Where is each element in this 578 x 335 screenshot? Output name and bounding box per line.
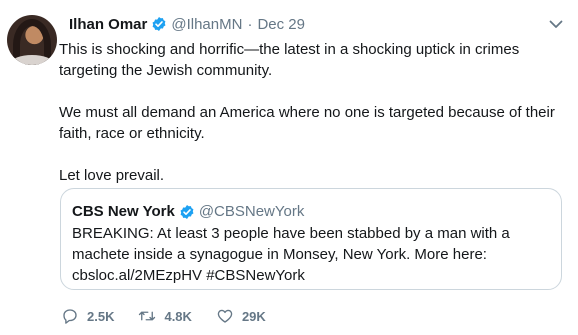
header-separator: · (247, 15, 253, 33)
verified-badge-icon (180, 204, 194, 219)
retweet-button[interactable]: 4.8K (138, 307, 192, 325)
quoted-tweet-header: CBS New York @CBSNewYork (72, 203, 304, 220)
retweet-icon (139, 311, 156, 321)
tweet-header: Ilhan Omar @IlhanMN · Dec 29 (69, 13, 305, 35)
quoted-tweet-text: BREAKING: At least 3 people have been st… (72, 225, 510, 284)
tweet-paragraph: We must all demand an America where no o… (59, 104, 555, 142)
author-handle[interactable]: @IlhanMN (171, 16, 242, 33)
tweet-text: This is shocking and horrific—the latest… (59, 39, 564, 186)
avatar-shoulders (11, 55, 53, 65)
author-avatar[interactable] (7, 15, 57, 65)
reply-button[interactable]: 2.5K (61, 307, 114, 325)
tweet-paragraph: This is shocking and horrific—the latest… (59, 41, 520, 79)
tweet-actions: 2.5K 4.8K 29K (61, 307, 290, 325)
like-count: 29K (241, 308, 266, 324)
tweet-paragraph: Let love prevail. (59, 167, 165, 184)
tweet-date[interactable]: Dec 29 (257, 16, 305, 33)
reply-icon (63, 309, 77, 324)
quoted-tweet-card[interactable]: CBS New York @CBSNewYork BREAKING: At le… (60, 188, 562, 290)
verified-badge-icon (152, 17, 166, 31)
like-icon (217, 309, 233, 323)
retweet-count: 4.8K (164, 308, 192, 324)
quoted-author-handle: @CBSNewYork (198, 203, 305, 220)
quoted-author-name: CBS New York (72, 203, 175, 220)
like-button[interactable]: 29K (216, 307, 266, 325)
reply-count: 2.5K (87, 308, 115, 324)
author-name[interactable]: Ilhan Omar (69, 16, 147, 33)
chevron-down-icon[interactable] (548, 16, 564, 32)
